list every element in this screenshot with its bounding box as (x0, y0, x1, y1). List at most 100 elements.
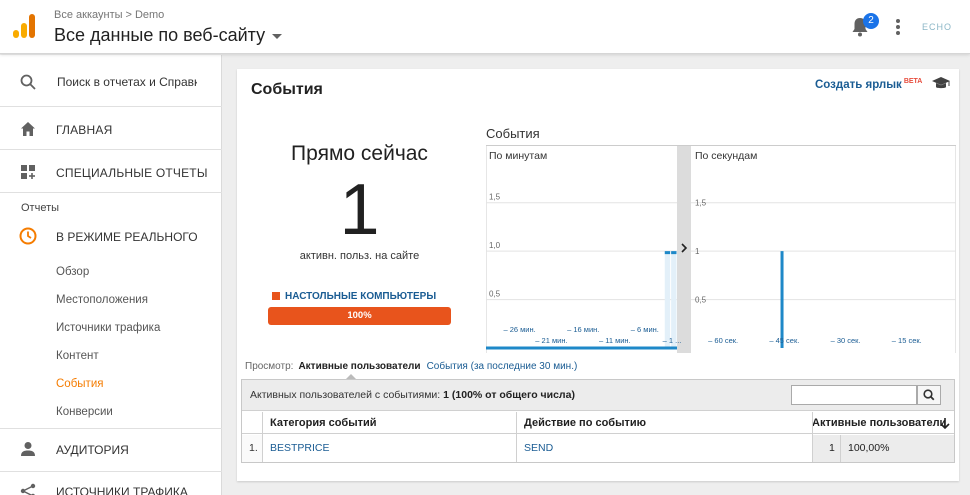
tab-events-30min[interactable]: События (за последние 30 мин.) (427, 361, 578, 372)
create-shortcut-link[interactable]: Создать ярлык BETA (815, 78, 922, 91)
active-users-value: 1 (829, 442, 835, 454)
minutes-chart-bg (486, 146, 677, 353)
events-charts-svg: По минутам По секундам 1,5 1,0 0,5 – 26 мин… (485, 146, 957, 353)
sidebar-item-audience[interactable]: АУДИТОРИЯ (0, 428, 222, 470)
analytics-logo-icon[interactable] (13, 14, 35, 38)
event-action-link[interactable]: SEND (524, 442, 553, 454)
chart-title: События (486, 126, 540, 141)
sidebar-subitem-events[interactable]: События (56, 378, 103, 390)
sidebar-item-realtime[interactable]: В РЕЖИМЕ РЕАЛЬНОГО (0, 223, 222, 251)
sidebar-item-label: СПЕЦИАЛЬНЫЕ ОТЧЕТЫ (56, 166, 208, 180)
caret-down-icon[interactable] (272, 33, 283, 39)
breadcrumb[interactable]: Все аккаунты > Demo (54, 9, 164, 21)
reports-section-label: Отчеты (21, 202, 60, 214)
dashboard-plus-icon (21, 165, 35, 179)
active-users-percent: 100,00% (848, 442, 890, 454)
table-search-input[interactable] (791, 385, 917, 405)
table-summary: Активных пользователей с событиями: 1 (1… (250, 389, 575, 401)
sidebar-item-label: В РЕЖИМЕ РЕАЛЬНОГО (56, 230, 198, 244)
home-icon (21, 122, 35, 136)
sidebar-subitem-locations[interactable]: Местоположения (56, 294, 148, 306)
active-users-caption: активн. польз. на сайте (299, 250, 420, 262)
table-header: Категория событий Действие по событию Ак… (242, 412, 954, 434)
sidebar-search[interactable]: Поиск в отчетах и Справк (0, 55, 222, 107)
minutes-x-tick: – 21 мин. (535, 336, 567, 345)
table-row: 1. BESTPRICE SEND 1 100,00% (242, 435, 954, 462)
tab-active-users[interactable]: Активные пользователи (298, 361, 420, 372)
minutes-bar-highlight (671, 251, 677, 348)
seconds-y-tick: 1,5 (695, 199, 707, 208)
minutes-x-tick: – 11 мин. (599, 336, 631, 345)
seconds-y-tick: 0,5 (695, 296, 707, 305)
sidebar-item-label: ИСТОЧНИКИ ТРАФИКА (56, 485, 188, 495)
minutes-bar-highlight (664, 251, 671, 348)
breadcrumb-root[interactable]: Все аккаунты (54, 9, 123, 21)
sidebar-item-acquisition[interactable]: ИСТОЧНИКИ ТРАФИКА (0, 471, 222, 495)
column-header-active-users[interactable]: Активные пользователи (812, 417, 946, 429)
view-title[interactable]: Все данные по веб-сайту (54, 25, 265, 45)
view-label: Просмотр: (245, 361, 294, 372)
search-input[interactable]: Поиск в отчетах и Справк (57, 75, 197, 89)
minutes-bar (671, 251, 677, 255)
seconds-y-tick: 1 (695, 247, 700, 256)
sidebar-subitem-conversions[interactable]: Конверсии (56, 406, 113, 418)
minutes-y-tick: 0,5 (489, 290, 501, 299)
seconds-x-tick: – 60 сек. (708, 336, 738, 345)
acquisition-icon (20, 483, 36, 495)
sidebar-subitem-content[interactable]: Контент (56, 350, 99, 362)
column-header-action[interactable]: Действие по событию (524, 417, 646, 429)
sidebar-subitem-traffic-sources[interactable]: Источники трафика (56, 322, 160, 334)
minutes-y-tick: 1,0 (489, 241, 501, 250)
search-icon (20, 74, 36, 90)
seconds-subtitle: По секундам (695, 150, 757, 162)
right-now-label: Прямо сейчас (291, 142, 428, 165)
minutes-x-tick: – 6 мин. (631, 325, 659, 334)
top-header: Все аккаунты > Demo Все данные по веб-сайт… (0, 0, 970, 54)
breadcrumb-account[interactable]: Demo (135, 9, 164, 21)
events-charts: По минутам По секундам 1,5 1,0 0,5 – 26 мин… (485, 145, 957, 353)
notification-badge[interactable]: 2 (863, 13, 879, 29)
table-search-button[interactable] (917, 385, 941, 405)
event-category-link[interactable]: BESTPRICE (270, 442, 330, 454)
account-logo[interactable]: ECHO (922, 22, 952, 32)
sidebar: Поиск в отчетах и Справк ГЛАВНАЯ СПЕЦИАЛ… (0, 55, 222, 495)
seconds-x-tick: – 45 сек. (769, 336, 799, 345)
active-users-count: 1 (339, 170, 380, 250)
device-legend-label: НАСТОЛЬНЫЕ КОМПЬЮТЕРЫ (285, 291, 437, 302)
device-share-bar: 100% (268, 307, 451, 325)
table-summary-bar: Активных пользователей с событиями: 1 (1… (242, 380, 954, 411)
row-index: 1. (249, 442, 258, 454)
minutes-y-tick: 1,5 (489, 193, 501, 202)
sidebar-item-home[interactable]: ГЛАВНАЯ (0, 108, 222, 150)
sidebar-item-label: АУДИТОРИЯ (56, 443, 129, 457)
sidebar-item-label: ГЛАВНАЯ (56, 123, 113, 137)
page-title: События (251, 81, 323, 98)
person-icon (21, 442, 35, 456)
graduation-cap-icon[interactable] (931, 76, 951, 90)
device-legend: НАСТОЛЬНЫЕ КОМПЬЮТЕРЫ (272, 291, 436, 302)
summary-label: Активных пользователей с событиями: (250, 389, 441, 401)
search-icon (923, 389, 935, 401)
seconds-x-tick: – 15 сек. (892, 336, 922, 345)
minutes-x-tick: – 26 мин. (503, 325, 535, 334)
sort-desc-arrow-icon[interactable] (940, 418, 950, 429)
view-selector[interactable]: Все данные по веб-сайту (54, 25, 283, 46)
seconds-bar (780, 251, 784, 348)
beta-badge: BETA (903, 78, 923, 85)
column-header-category[interactable]: Категория событий (270, 417, 377, 429)
device-legend-swatch (272, 292, 280, 301)
summary-value: 1 (100% от общего числа) (443, 389, 575, 401)
seconds-x-tick: – 30 сек. (831, 336, 861, 345)
more-vert-icon[interactable] (896, 19, 900, 35)
shortcut-label[interactable]: Создать ярлык (815, 79, 902, 91)
minutes-subtitle: По минутам (489, 150, 547, 162)
clock-icon (19, 227, 37, 245)
sidebar-item-custom-reports[interactable]: СПЕЦИАЛЬНЫЕ ОТЧЕТЫ (0, 151, 222, 193)
view-switch: Просмотр: Активные пользователи События (з… (245, 361, 577, 372)
minutes-x-tick: – 16 мин. (567, 325, 599, 334)
events-card: События Создать ярлык BETA Прямо сейчас 1… (237, 69, 959, 481)
sidebar-subitem-overview[interactable]: Обзор (56, 266, 89, 278)
events-table: Активных пользователей с событиями: 1 (1… (241, 379, 955, 463)
minutes-bar (664, 251, 671, 255)
minutes-x-tick: – 1 ... (663, 336, 682, 345)
